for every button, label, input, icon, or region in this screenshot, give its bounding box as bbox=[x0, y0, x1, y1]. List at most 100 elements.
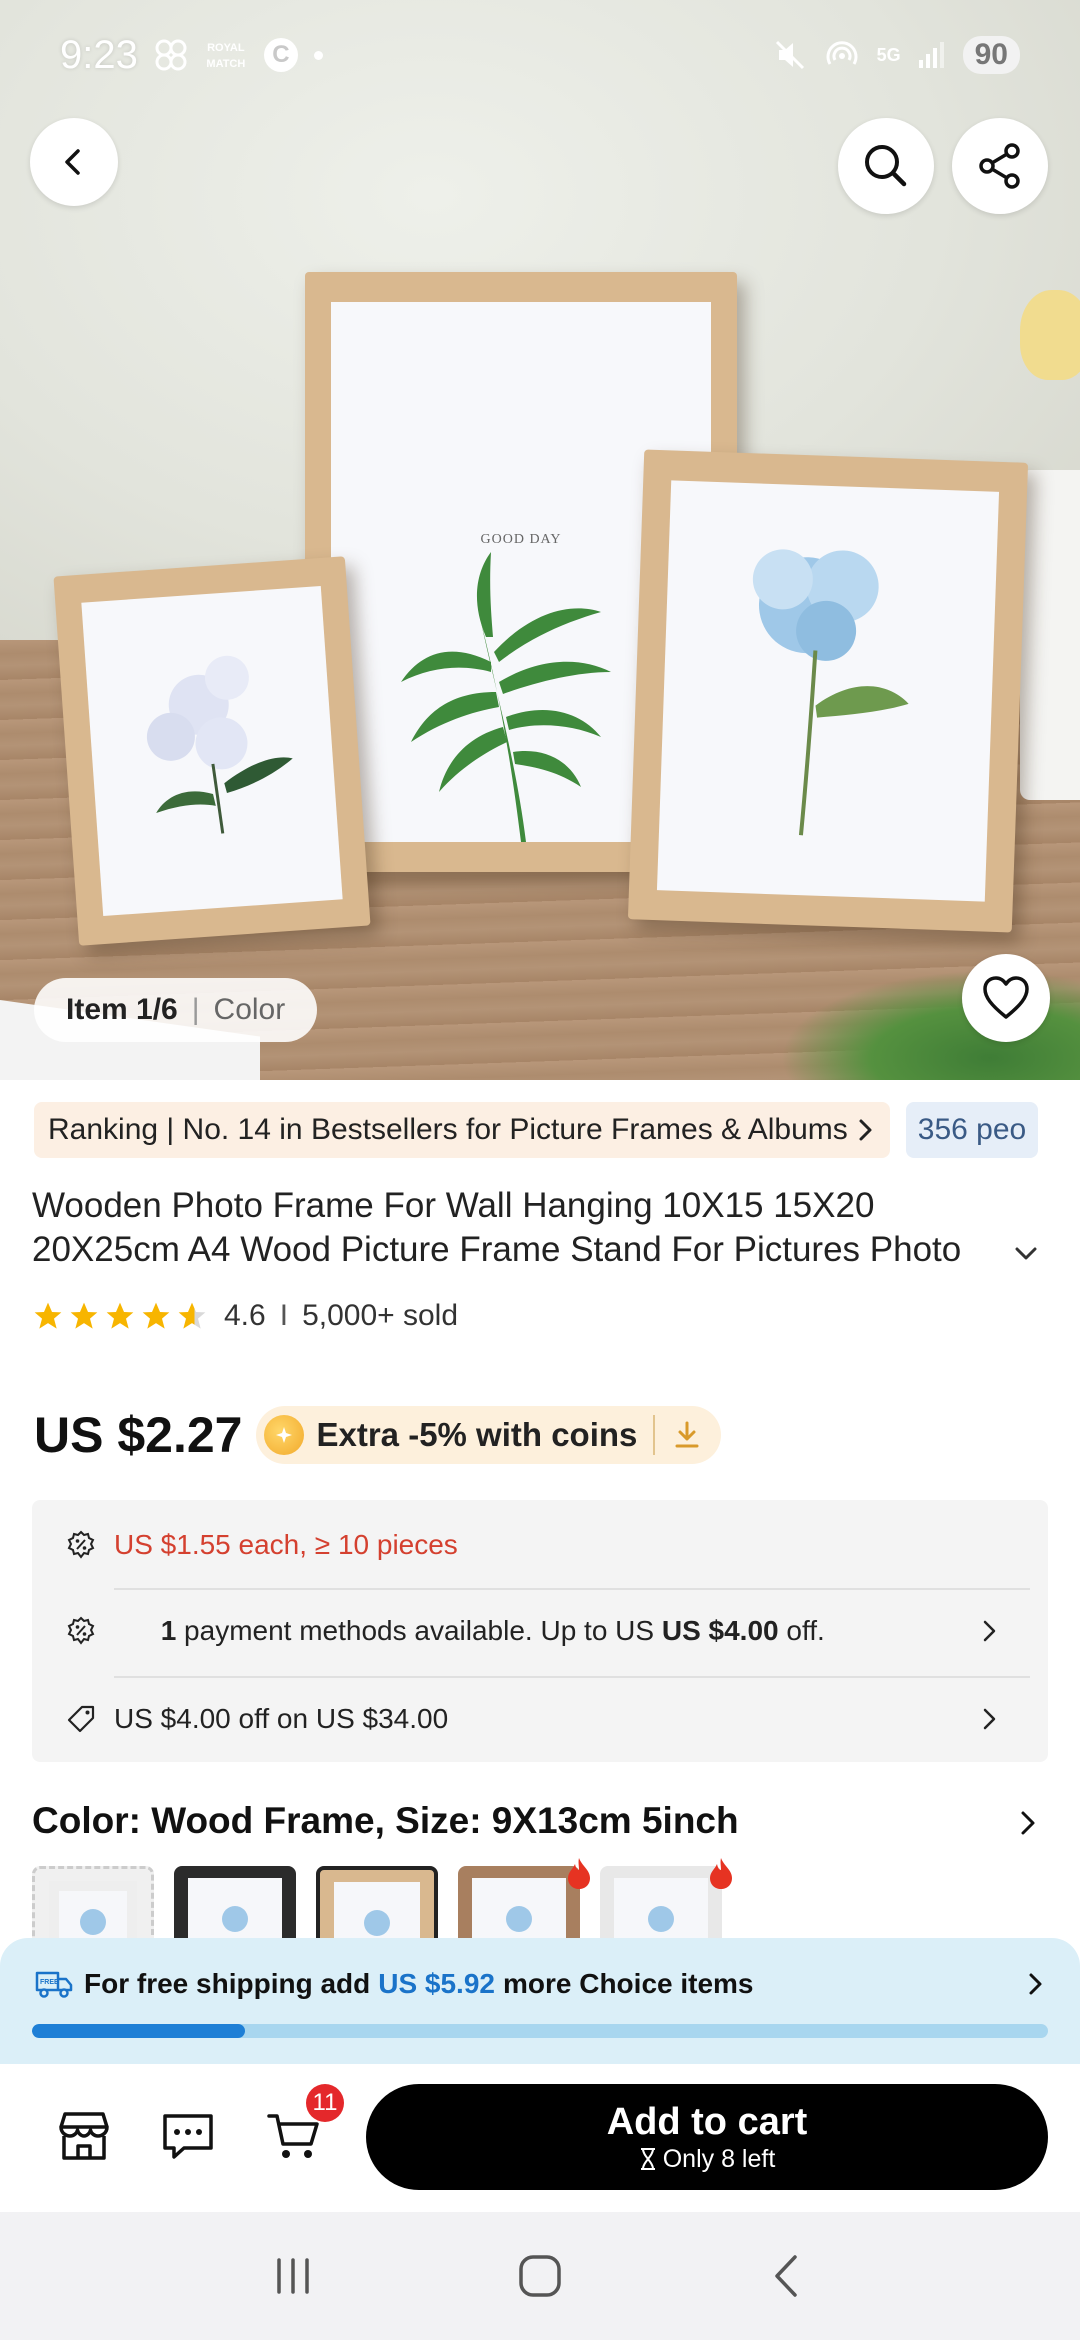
swatch-white-frame[interactable] bbox=[32, 1866, 154, 1946]
rating-value: 4.6 bbox=[224, 1299, 266, 1332]
share-button[interactable] bbox=[952, 118, 1048, 214]
bulk-price-row: US $1.55 each, ≥ 10 pieces bbox=[66, 1502, 1034, 1588]
gallery-item-indicator[interactable]: Item 1/6 | Color bbox=[34, 978, 318, 1042]
ranking-row: Ranking | No. 14 in Bestsellers for Pict… bbox=[34, 1102, 1080, 1158]
shipping-suffix: more Choice items bbox=[502, 1968, 754, 1999]
payment-count: 1 bbox=[160, 1615, 177, 1646]
variant-swatches bbox=[32, 1858, 732, 1946]
ranking-text: Ranking | No. 14 in Bestsellers for Pict… bbox=[48, 1113, 848, 1146]
coins-divider bbox=[653, 1415, 656, 1455]
back-arrow-icon bbox=[774, 2255, 797, 2297]
people-text: 356 peo bbox=[917, 1113, 1027, 1146]
promotions-box: US $1.55 each, ≥ 10 pieces 1 payment met… bbox=[32, 1500, 1048, 1762]
stock-text: Only 8 left bbox=[662, 2145, 776, 2173]
sold-count: 5,000+ sold bbox=[302, 1299, 459, 1332]
back-button[interactable] bbox=[30, 118, 118, 206]
royal-match-icon: ROYAL MATCH bbox=[204, 39, 248, 71]
recent-apps-button[interactable] bbox=[253, 2236, 333, 2316]
chevron-right-icon bbox=[1029, 1973, 1042, 1995]
network-label: 5G bbox=[876, 45, 901, 65]
swatch-silver-frame[interactable] bbox=[600, 1866, 722, 1946]
c-icon-label: C bbox=[272, 41, 290, 68]
star-full-icon bbox=[70, 1302, 98, 1329]
svg-text:FREE: FREE bbox=[40, 1979, 59, 1986]
stock-note: Only 8 left bbox=[639, 2144, 776, 2174]
recent-apps-icon bbox=[277, 2258, 310, 2294]
free-shipping-bar[interactable]: FREE For free shipping add US $5.92 more… bbox=[0, 1938, 1080, 2064]
discount-badge-icon bbox=[67, 1530, 95, 1559]
swatch-silver-wrapper bbox=[600, 1858, 732, 1946]
small-picture-frame bbox=[53, 556, 371, 946]
hydrangea-illustration bbox=[752, 549, 909, 836]
payment-amount: US $4.00 bbox=[661, 1615, 779, 1646]
search-icon bbox=[865, 145, 907, 187]
medium-picture-frame bbox=[627, 449, 1029, 933]
chevron-down-icon[interactable] bbox=[1012, 1240, 1040, 1268]
network-5g-icon: 5G bbox=[877, 46, 901, 64]
store-button[interactable] bbox=[54, 2106, 114, 2166]
price: US $2.27 bbox=[34, 1407, 243, 1463]
chevron-right-icon[interactable] bbox=[1014, 1808, 1042, 1838]
cart-count-badge: 11 bbox=[306, 2084, 344, 2122]
rating-separator: I bbox=[279, 1299, 289, 1332]
system-back-button[interactable] bbox=[747, 2236, 827, 2316]
shipping-amount: US $5.92 bbox=[378, 1968, 495, 1999]
swatch-walnut-wrapper bbox=[458, 1858, 590, 1946]
product-title: Wooden Photo Frame For Wall Hanging 10X1… bbox=[32, 1186, 962, 1269]
add-to-cart-label: Add to cart bbox=[606, 2101, 808, 2143]
chat-button[interactable] bbox=[158, 2106, 218, 2166]
rating-row[interactable]: 4.6 I 5,000+ sold bbox=[32, 1296, 458, 1336]
wishlist-button[interactable] bbox=[962, 954, 1050, 1042]
variant-title[interactable]: Color: Wood Frame, Size: 9X13cm 5inch bbox=[32, 1800, 739, 1842]
c-icon: C bbox=[263, 38, 298, 72]
coins-discount-chip[interactable]: Extra -5% with coins bbox=[256, 1406, 722, 1464]
search-button[interactable] bbox=[838, 118, 934, 214]
swatch-wood-frame-selected[interactable] bbox=[316, 1866, 438, 1946]
star-full-icon bbox=[142, 1302, 170, 1329]
chevron-right-icon bbox=[983, 1708, 996, 1730]
tulip-decoration bbox=[1020, 290, 1080, 380]
ranking-chip[interactable]: Ranking | No. 14 in Bestsellers for Pict… bbox=[34, 1102, 890, 1158]
vase-decoration bbox=[1020, 470, 1080, 800]
swatch-black-frame[interactable] bbox=[174, 1866, 296, 1946]
battery-indicator: 90 bbox=[962, 36, 1020, 74]
home-icon bbox=[519, 2255, 561, 2297]
white-flower-illustration bbox=[146, 655, 293, 834]
fire-icon bbox=[710, 1858, 732, 1889]
shipping-progress-fill bbox=[32, 2024, 246, 2038]
heart-icon bbox=[983, 976, 1029, 1019]
status-bar: 9:23 ROYAL MATCH C 5G 90 bbox=[0, 0, 1080, 110]
star-full-icon bbox=[34, 1302, 62, 1329]
store-icon bbox=[59, 2112, 109, 2160]
delivery-truck-icon: FREE bbox=[35, 1971, 73, 1998]
fire-icon bbox=[568, 1858, 590, 1889]
item-label: Color bbox=[213, 993, 286, 1026]
price-row: US $2.27 Extra -5% with coins bbox=[34, 1400, 722, 1470]
pinwheel-icon bbox=[155, 39, 187, 71]
home-button[interactable] bbox=[500, 2236, 580, 2316]
coins-text: Extra -5% with coins bbox=[316, 1416, 638, 1453]
bulk-price-text: US $1.55 each, ≥ 10 pieces bbox=[114, 1529, 458, 1560]
coupon-text: US $4.00 off on US $34.00 bbox=[114, 1703, 449, 1734]
shipping-prefix: For free shipping add bbox=[84, 1968, 371, 1999]
bottom-action-bar: 11 Add to cart Only 8 left bbox=[0, 2064, 1080, 2212]
share-icon bbox=[979, 143, 1020, 189]
discount-badge-icon bbox=[67, 1616, 95, 1645]
payment-methods-row[interactable]: 1 payment methods available. Up to US US… bbox=[66, 1588, 1034, 1674]
chevron-right-icon bbox=[983, 1620, 996, 1642]
hotspot-icon bbox=[826, 41, 858, 65]
signal-icon bbox=[918, 42, 944, 68]
chevron-right-icon bbox=[859, 1119, 872, 1141]
download-icon bbox=[675, 1421, 699, 1448]
dot-icon bbox=[313, 50, 323, 60]
add-to-cart-button[interactable]: Add to cart Only 8 left bbox=[366, 2084, 1048, 2190]
coupon-row[interactable]: US $4.00 off on US $34.00 bbox=[66, 1676, 1034, 1762]
chevron-left-icon bbox=[65, 149, 80, 175]
payment-end: off. bbox=[778, 1615, 825, 1646]
item-separator: | bbox=[191, 993, 200, 1026]
people-chip[interactable]: 356 peo bbox=[905, 1102, 1039, 1158]
swatch-walnut-frame[interactable] bbox=[458, 1866, 580, 1946]
chat-icon bbox=[163, 2114, 213, 2159]
star-half-icon bbox=[178, 1302, 206, 1329]
shipping-progress-bar bbox=[32, 2024, 1048, 2038]
